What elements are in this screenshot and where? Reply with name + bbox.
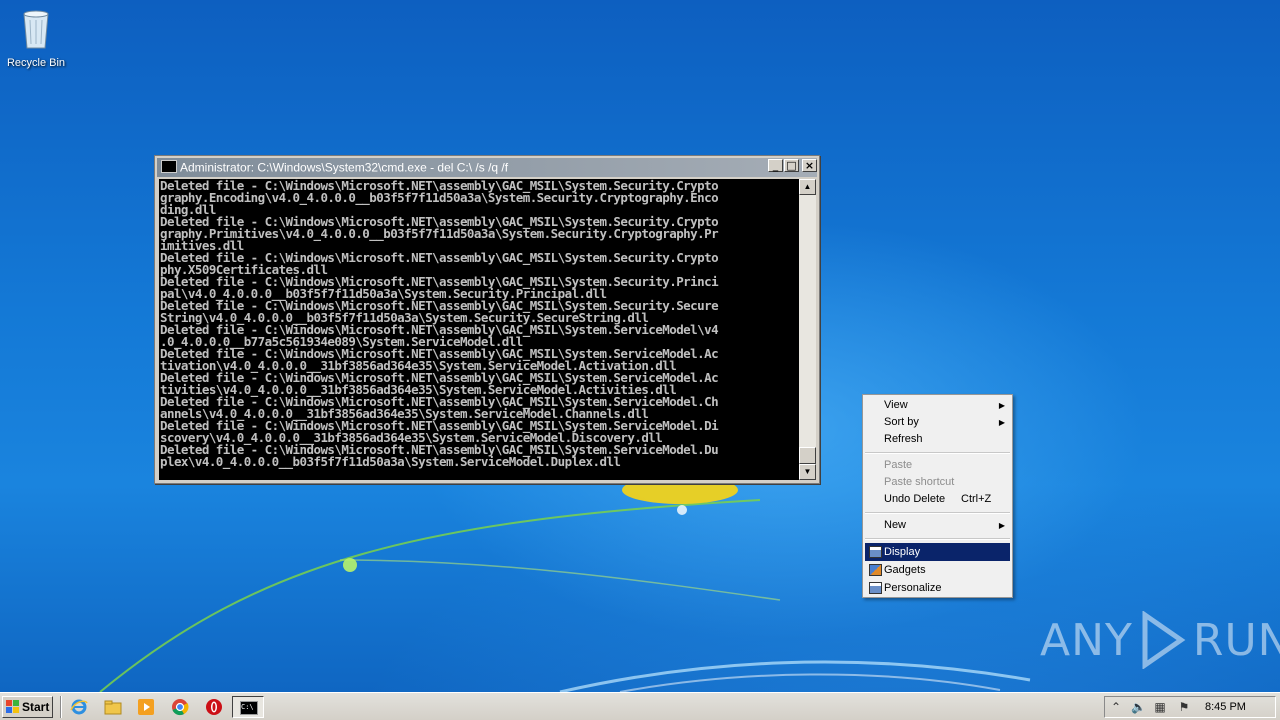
maximize-button[interactable]: □ <box>784 159 799 172</box>
undo-shortcut-label: Ctrl+Z <box>961 493 992 505</box>
cmd-window[interactable]: Administrator: C:\Windows\System32\cmd.e… <box>154 155 820 484</box>
menu-item-paste-shortcut[interactable]: Paste shortcut <box>865 474 1010 491</box>
taskbar-cmd-button[interactable]: C:\ <box>232 696 264 718</box>
cmd-title: Administrator: C:\Windows\System32\cmd.e… <box>180 160 509 175</box>
personalize-icon <box>869 582 882 594</box>
menu-item-paste-label: Paste <box>884 459 913 471</box>
system-tray: ⌃ 🔈 ▦ ⚑ 8:45 PM <box>1104 696 1276 718</box>
recycle-bin-icon <box>23 10 49 49</box>
menu-item-view[interactable]: View ▶ <box>865 397 1010 414</box>
vertical-scrollbar[interactable]: ▲ ▼ <box>799 179 816 480</box>
network-icon[interactable]: ▦ <box>1153 700 1167 714</box>
console-output[interactable]: Deleted file - C:\Windows\Microsoft.NET\… <box>159 179 799 480</box>
desktop-context-menu: View ▶ Sort by ▶ Refresh Paste Paste short… <box>862 394 1013 598</box>
menu-item-sort-by[interactable]: Sort by ▶ <box>865 414 1010 431</box>
menu-item-paste-shortcut-label: Paste shortcut <box>884 476 955 488</box>
start-label: Start <box>22 700 50 714</box>
menu-item-new-label: New <box>884 519 907 531</box>
gadgets-icon <box>869 564 882 576</box>
taskbar-separator <box>60 696 62 718</box>
menu-item-undo-delete-label: Undo Delete <box>884 493 946 505</box>
display-icon <box>869 546 882 558</box>
menu-item-view-label: View <box>884 399 908 411</box>
clock[interactable]: 8:45 PM <box>1205 697 1246 717</box>
menu-item-personalize-label: Personalize <box>884 582 942 594</box>
volume-icon[interactable]: 🔈 <box>1131 700 1146 714</box>
submenu-arrow-icon: ▶ <box>998 401 1005 410</box>
menu-item-sort-by-label: Sort by <box>884 416 919 428</box>
cmd-titlebar[interactable]: Administrator: C:\Windows\System32\cmd.e… <box>157 158 817 177</box>
close-button[interactable]: × <box>802 159 817 172</box>
menu-item-personalize[interactable]: Personalize <box>865 579 1010 597</box>
menu-separator <box>865 538 1010 540</box>
recycle-bin[interactable]: Recycle Bin <box>4 6 68 69</box>
menu-item-paste[interactable]: Paste <box>865 457 1010 474</box>
action-center-flag-icon[interactable]: ⚑ <box>1177 700 1191 714</box>
console-text: Deleted file - C:\Windows\Microsoft.NET\… <box>160 179 719 469</box>
scroll-up-button[interactable]: ▲ <box>799 179 816 195</box>
menu-item-undo-delete[interactable]: Undo Delete Ctrl+Z <box>865 491 1010 508</box>
menu-item-gadgets-label: Gadgets <box>884 564 926 576</box>
menu-separator <box>865 452 1010 454</box>
menu-item-gadgets[interactable]: Gadgets <box>865 561 1010 579</box>
recycle-bin-label: Recycle Bin <box>6 57 66 69</box>
start-button[interactable]: Start <box>2 696 53 718</box>
menu-item-new[interactable]: New ▶ <box>865 517 1010 534</box>
windows-flag-icon <box>6 700 19 713</box>
play-logo-icon <box>1142 611 1186 669</box>
scroll-thumb[interactable] <box>799 447 816 464</box>
minimize-button[interactable]: _ <box>768 159 783 172</box>
menu-item-refresh[interactable]: Refresh <box>865 431 1010 448</box>
menu-item-refresh-label: Refresh <box>884 433 923 445</box>
internet-explorer-icon[interactable] <box>70 698 88 716</box>
explorer-folder-icon[interactable] <box>104 698 122 716</box>
media-player-icon[interactable] <box>137 698 155 716</box>
desktop[interactable]: Recycle Bin Administrator: C:\Windows\Sy… <box>0 0 1280 692</box>
opera-icon[interactable] <box>205 698 223 716</box>
cmd-icon: C:\ <box>240 701 258 715</box>
watermark-text-right: RUN <box>1192 614 1280 666</box>
submenu-arrow-icon: ▶ <box>998 418 1005 427</box>
submenu-arrow-icon: ▶ <box>998 521 1005 530</box>
anyrun-watermark: ANY RUN <box>1040 610 1280 670</box>
watermark-text-left: ANY <box>1040 614 1133 666</box>
chrome-icon[interactable] <box>171 698 189 716</box>
taskbar: Start C:\ ⌃ 🔈 ▦ ⚑ 8:45 PM <box>0 692 1280 720</box>
scroll-down-button[interactable]: ▼ <box>799 464 816 480</box>
menu-item-display[interactable]: Display <box>865 543 1010 561</box>
menu-separator <box>865 512 1010 514</box>
menu-item-display-label: Display <box>884 546 921 558</box>
show-hidden-icons-icon[interactable]: ⌃ <box>1109 700 1123 714</box>
cmd-icon <box>161 160 177 174</box>
